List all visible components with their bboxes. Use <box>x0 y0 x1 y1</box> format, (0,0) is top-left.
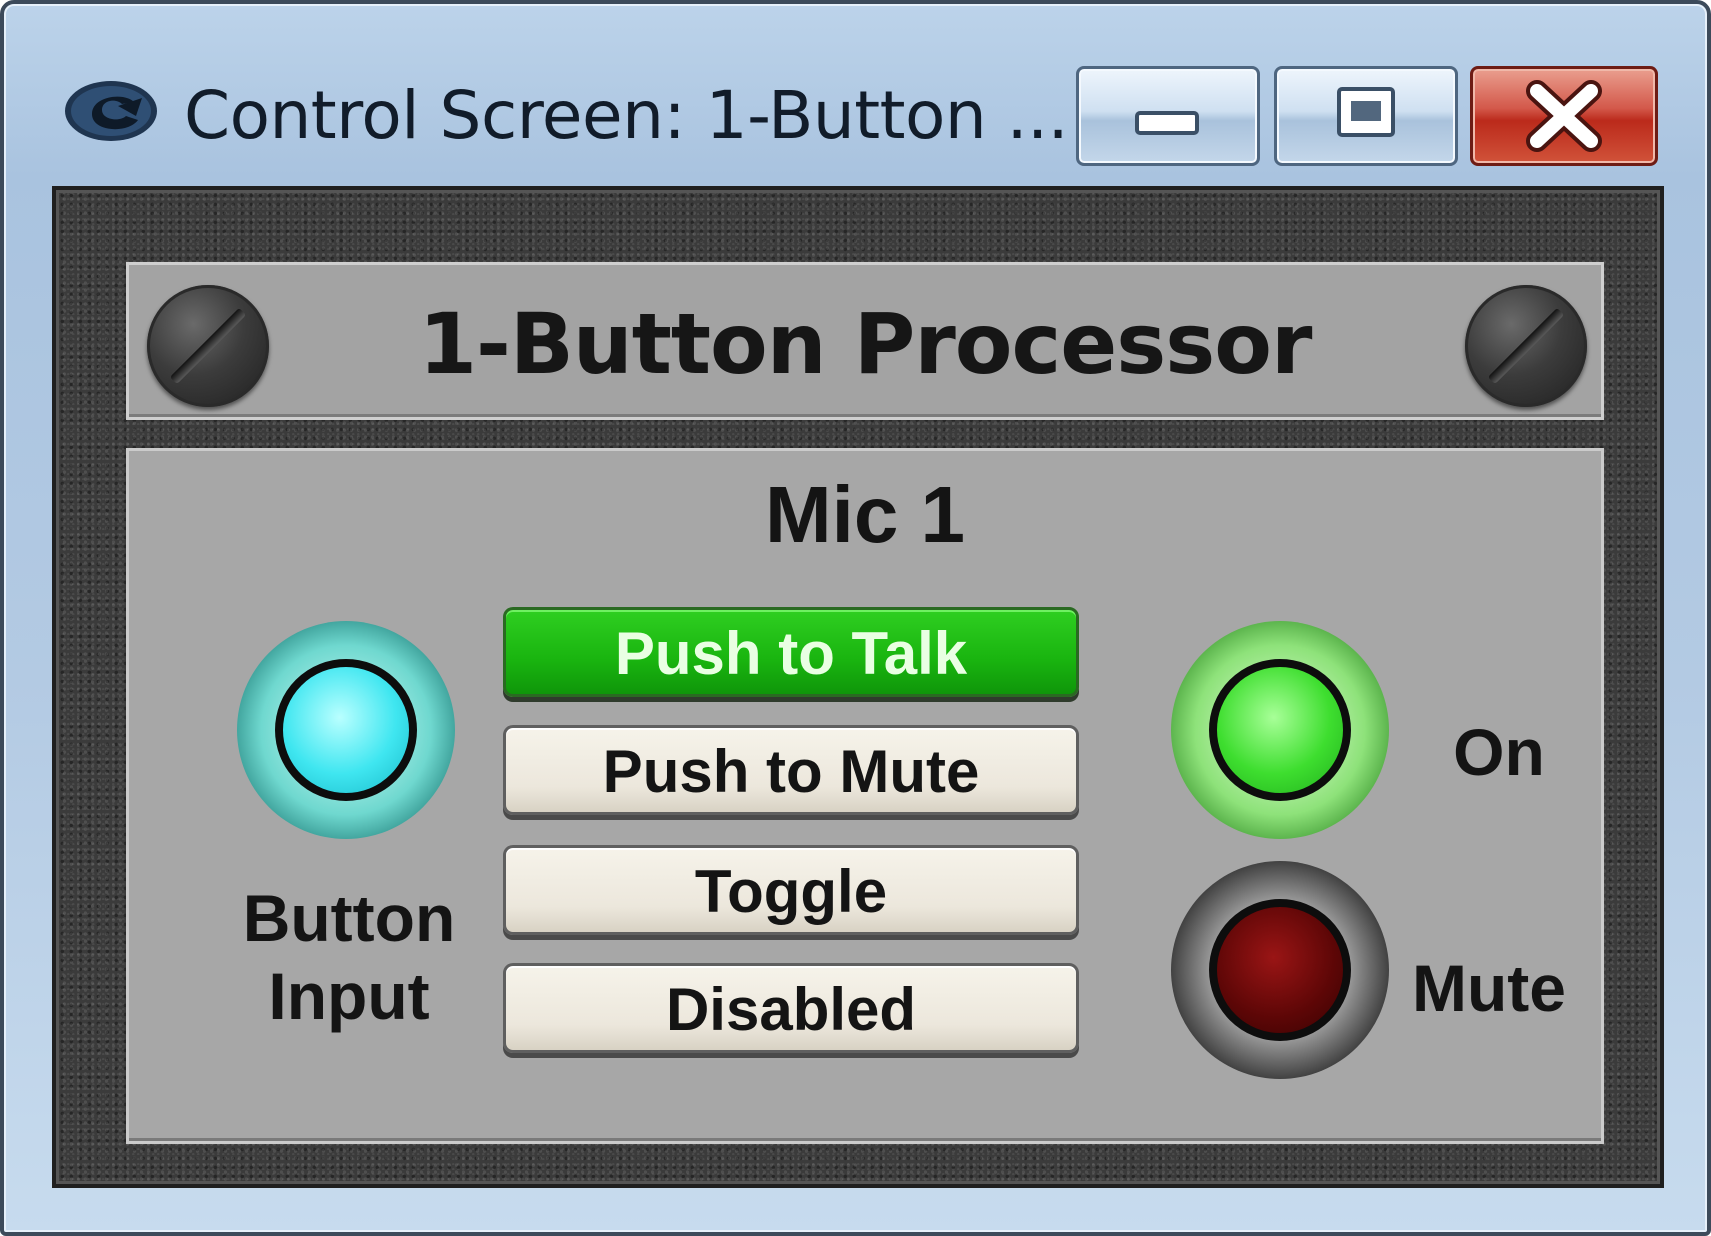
mute-label: Mute <box>1412 951 1566 1025</box>
close-button[interactable] <box>1470 66 1658 166</box>
button-input-label-line1: Button <box>242 881 456 955</box>
title-bar[interactable]: Control Screen: 1-Button ... <box>4 4 1707 184</box>
device-panel: 1-Button Processor Mic 1 Button Input Pu… <box>52 186 1664 1188</box>
maximize-button[interactable] <box>1274 66 1458 166</box>
minimize-button[interactable] <box>1076 66 1260 166</box>
toggle-button[interactable]: Toggle <box>503 845 1079 935</box>
disabled-button[interactable]: Disabled <box>503 963 1079 1053</box>
close-icon <box>1526 80 1602 152</box>
button-input-led-core <box>275 659 417 801</box>
maximize-icon <box>1337 87 1395 137</box>
channel-name: Mic 1 <box>764 470 966 559</box>
screw-icon <box>1465 285 1587 407</box>
push-to-talk-button[interactable]: Push to Talk <box>503 607 1079 697</box>
mute-led-core <box>1209 899 1351 1041</box>
on-led <box>1171 621 1389 839</box>
control-screen-window: Control Screen: 1-Button ... 1-Button Pr… <box>0 0 1711 1236</box>
on-led-core <box>1209 659 1351 801</box>
push-to-mute-button[interactable]: Push to Mute <box>503 725 1079 815</box>
app-logo-icon <box>65 81 157 141</box>
window-title: Control Screen: 1-Button ... <box>184 77 1069 154</box>
channel-plate: Mic 1 Button Input Push to Talk Push to … <box>126 448 1604 1144</box>
device-header-plate: 1-Button Processor <box>126 262 1604 420</box>
device-title: 1-Button Processor <box>418 295 1313 393</box>
button-input-label-line2: Input <box>268 959 430 1033</box>
button-input-led <box>237 621 455 839</box>
button-input-label: Button Input <box>169 879 529 1035</box>
mute-led <box>1171 861 1389 1079</box>
minimize-icon <box>1135 111 1199 135</box>
on-label: On <box>1453 715 1545 789</box>
